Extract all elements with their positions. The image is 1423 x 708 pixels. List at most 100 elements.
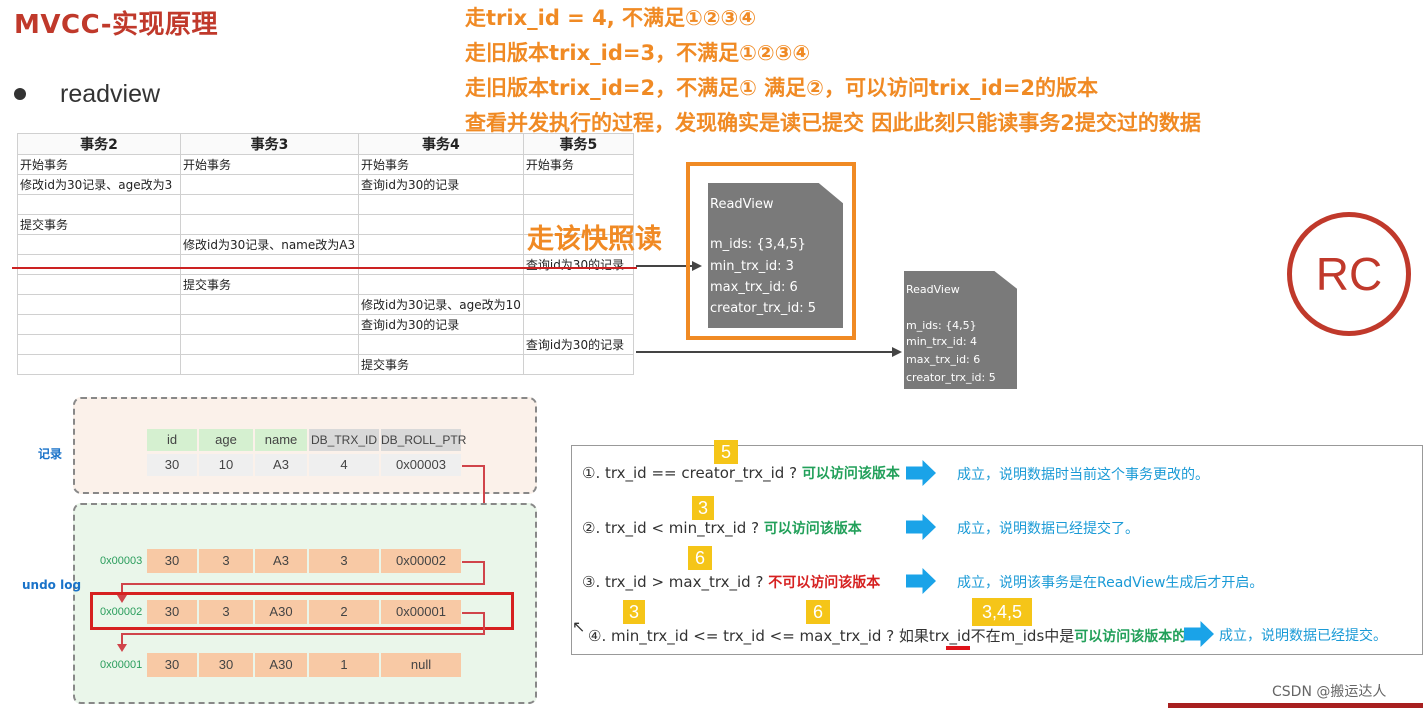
snapshot-label: 走该快照读: [527, 224, 662, 255]
table-cell: 查询id为30的记录: [358, 174, 524, 195]
readview-max-trx-id: max_trx_id: 6: [906, 353, 981, 366]
rule-3-badge: 6: [688, 546, 712, 570]
table-cell: 开始事务: [358, 154, 524, 175]
rule-2-text: ②. trx_id < min_trx_id ? 可以访问该版本: [582, 518, 862, 538]
readview-min-trx-id: min_trx_id: 4: [906, 335, 978, 348]
pointer-line: [121, 583, 485, 585]
readview-title: ReadView: [906, 283, 960, 296]
table-cell: [358, 214, 524, 235]
table-cell: [180, 314, 359, 335]
arrow-head-2-icon: [892, 347, 902, 357]
rule-4-badge-min: 3: [623, 600, 645, 624]
table-cell: [358, 334, 524, 355]
pointer-arrow-icon: [117, 644, 127, 652]
readview-min-trx-id: min_trx_id: 3: [710, 259, 794, 274]
rule-2-badge: 3: [692, 496, 714, 520]
page-title: MVCC-实现原理: [14, 10, 219, 40]
note-line-2: 走旧版本trix_id=3，不满足①②③④: [465, 41, 811, 65]
table-row: 修改id为30记录、age改为10: [17, 294, 634, 315]
record-cell-id: 30: [147, 454, 197, 476]
table-cell: [180, 254, 359, 275]
rule-3-verdict: 不可以访问该版本: [768, 575, 881, 591]
undo-cell: 1: [309, 653, 379, 677]
undo-row-addr: 0x00001: [100, 659, 143, 671]
undo-row-addr: 0x00003: [100, 555, 143, 567]
record-header-id: id: [147, 429, 197, 451]
record-cell-name: A3: [255, 454, 307, 476]
header-tx2: 事务2: [17, 133, 181, 155]
rule-4-badge-mids: 3,4,5: [972, 598, 1032, 626]
rule-4-condition: ④. min_trx_id <= trx_id <= max_trx_id ? …: [588, 627, 971, 645]
undo-cell: 30: [147, 549, 197, 573]
undo-log-label: undo log: [22, 578, 82, 592]
table-cell: 开始事务: [522, 154, 634, 175]
table-row: 提交事务: [17, 274, 634, 295]
table-cell: [180, 294, 359, 315]
table-cell: 查询id为30的记录: [358, 314, 524, 335]
rule-4-text: ④. min_trx_id <= trx_id <= max_trx_id ? …: [588, 625, 1186, 646]
rule-1-verdict: 可以访问该版本: [801, 466, 900, 482]
watermark: CSDN @搬运达人: [1272, 684, 1387, 700]
rule-4-result: 成立，说明数据已经提交。: [1219, 628, 1387, 644]
table-cell: [17, 254, 181, 275]
rule-1-condition: ①. trx_id == creator_trx_id ?: [582, 464, 798, 482]
undo-cell: 30: [199, 653, 253, 677]
undo-cell: 30: [147, 653, 197, 677]
rule-4-underline: [946, 646, 970, 650]
arrow-line-2: [636, 351, 892, 353]
readview-max-trx-id: max_trx_id: 6: [710, 280, 798, 295]
pointer-line: [462, 612, 484, 614]
table-cell: [522, 274, 634, 295]
table-cell: [17, 234, 181, 255]
bullet-icon: [14, 88, 26, 100]
readview-creator-trx-id: creator_trx_id: 5: [710, 301, 816, 316]
rule-4-not-in: 不在: [970, 627, 1001, 645]
undo-cell: 0x00002: [381, 549, 461, 573]
table-cell: 修改id为30记录、age改为10: [358, 294, 524, 315]
rc-badge: RC: [1287, 212, 1411, 336]
header-tx4: 事务4: [358, 133, 524, 155]
table-cell: [17, 274, 181, 295]
table-cell: [522, 194, 634, 215]
record-label: 记录: [38, 447, 63, 461]
note-line-1: 走trix_id = 4, 不满足①②③④: [465, 6, 757, 30]
pointer-line: [462, 561, 484, 563]
rule-2-verdict: 可以访问该版本: [763, 521, 862, 537]
table-cell: [522, 294, 634, 315]
table-cell: [522, 354, 634, 375]
table-cell: 修改id为30记录、name改为A3: [180, 234, 359, 255]
table-row: [17, 194, 634, 215]
record-header-age: age: [199, 429, 253, 451]
table-row: 提交事务: [17, 354, 634, 375]
readview-title: ReadView: [710, 197, 774, 212]
header-tx5: 事务5: [522, 133, 634, 155]
table-cell: 开始事务: [17, 154, 181, 175]
table-cell: 提交事务: [358, 354, 524, 375]
table-cell: [180, 214, 359, 235]
table-cell: 开始事务: [180, 154, 359, 175]
table-header-row: 事务2 事务3 事务4 事务5: [17, 133, 634, 155]
record-header-db-trx-id: DB_TRX_ID: [309, 429, 379, 451]
table-cell: [522, 314, 634, 335]
table-cell: [17, 194, 181, 215]
table-cell: [17, 334, 181, 355]
record-cell-db-roll-ptr: 0x00003: [381, 454, 461, 476]
pointer-line: [121, 633, 485, 635]
undo-cell: null: [381, 653, 461, 677]
rule-3-condition: ③. trx_id > max_trx_id ?: [582, 573, 764, 591]
table-cell: [180, 354, 359, 375]
table-cell: [180, 174, 359, 195]
pointer-line: [462, 465, 484, 467]
undo-row-highlight: [90, 592, 514, 630]
arrow-line-1: [636, 265, 692, 267]
table-row: 查询id为30的记录: [17, 254, 634, 275]
bottom-accent-bar: [1168, 703, 1423, 708]
mouse-cursor-icon: ↖: [572, 617, 586, 636]
rule-1-result: 成立，说明数据时当前这个事务更改的。: [957, 467, 1209, 483]
readview-creator-trx-id: creator_trx_id: 5: [906, 371, 996, 384]
readview-m-ids: m_ids: {4,5}: [906, 319, 977, 332]
rule-4-verdict: 可以访问该版本的: [1074, 629, 1187, 645]
table-cell: 提交事务: [180, 274, 359, 295]
rule-1-text: ①. trx_id == creator_trx_id ? 可以访问该版本: [582, 463, 900, 483]
rule-4-badge-max: 6: [806, 600, 830, 624]
